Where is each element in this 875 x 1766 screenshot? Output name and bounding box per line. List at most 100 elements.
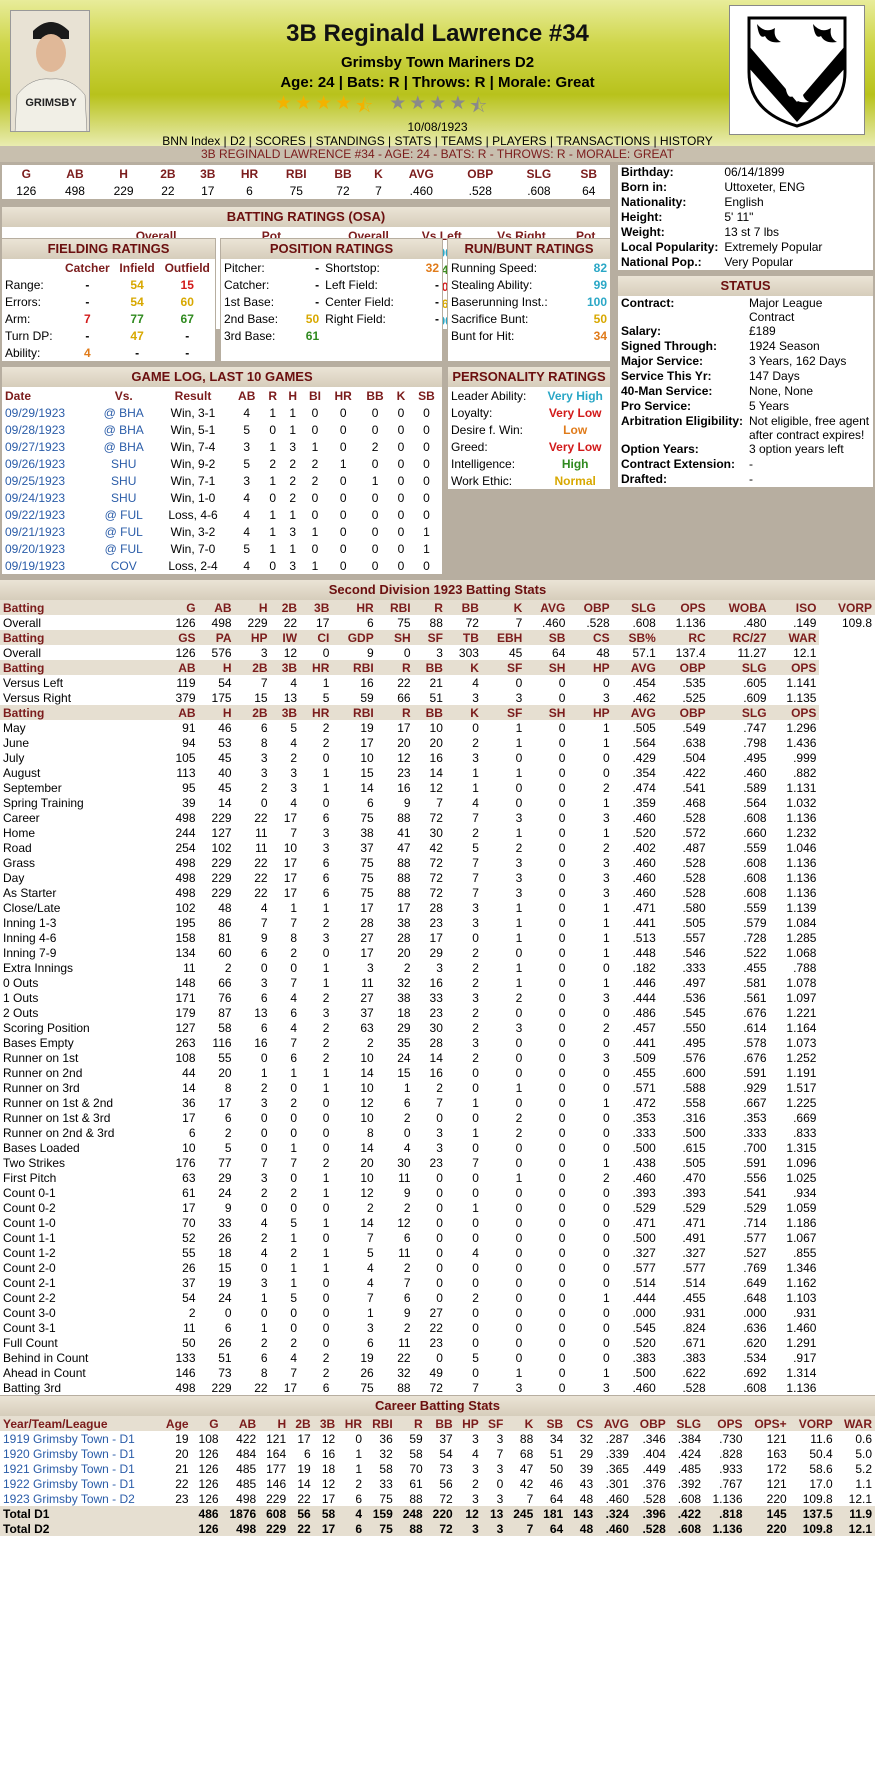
game-date-link[interactable]: 09/20/1923 xyxy=(2,540,92,557)
split-header: OPS xyxy=(769,705,820,720)
career-value[interactable]: 1921 Grimsby Town - D1 xyxy=(0,1461,159,1476)
game-date-link[interactable]: 09/27/1923 xyxy=(2,438,92,455)
position-label: 1st Base: xyxy=(224,294,275,309)
game-log-value: Win, 3-2 xyxy=(170,524,216,539)
opponent-link[interactable]: COV xyxy=(92,557,155,574)
split-value: 75 xyxy=(360,870,374,885)
game-log-value: 0 xyxy=(397,524,405,539)
blank-header xyxy=(2,259,60,276)
career-stats-title: Career Batting Stats xyxy=(0,1396,875,1416)
split-value: 0 xyxy=(322,1335,330,1350)
opponent-link[interactable]: @ FUL xyxy=(92,523,155,540)
bio-label: Born in: xyxy=(621,180,667,194)
game-date-link[interactable]: 09/28/1923 xyxy=(2,421,92,438)
game-log-value: 1 xyxy=(289,405,297,420)
split-value: 36 xyxy=(182,1095,196,1110)
opponent-link[interactable]: @ BHA xyxy=(92,438,155,455)
split-value: 1 xyxy=(515,735,523,750)
split-header: SH xyxy=(525,660,569,675)
opponent-link[interactable]: SHU xyxy=(92,489,155,506)
split-value: Count 1-0 xyxy=(3,1215,56,1230)
split-value: 26 xyxy=(218,1335,232,1350)
split-value: 0 xyxy=(322,795,330,810)
split-value: 0 xyxy=(436,1170,443,1185)
opponent-link[interactable]: @ BHA xyxy=(92,404,155,421)
opponent-link[interactable]: @ FUL xyxy=(92,506,155,523)
season-value: 7 xyxy=(515,615,523,630)
split-header: AVG xyxy=(612,705,659,720)
bio-row: Height: 5' 11" xyxy=(618,210,873,225)
split-row: 0 Outs 148 66 3 7 1 11 32 16 2 1 0 1.446.497.581 1.07… xyxy=(0,975,875,990)
split-value: .588 xyxy=(682,1080,706,1095)
career-value: .730 xyxy=(719,1431,743,1446)
career-value: 58 xyxy=(379,1461,393,1476)
split-value: 1.084 xyxy=(786,915,817,930)
split-value: .536 xyxy=(682,990,706,1005)
split-value: 24 xyxy=(218,1185,232,1200)
game-log-value: 0 xyxy=(339,473,347,488)
split-value: 0 xyxy=(558,1275,566,1290)
career-value: 43 xyxy=(579,1476,594,1491)
split-value: 2 xyxy=(260,1230,268,1245)
career-header: AB xyxy=(221,1416,260,1431)
split-value: 1.068 xyxy=(786,945,817,960)
opponent-link[interactable]: @ FUL xyxy=(92,540,155,557)
fielding-label: Turn DP: xyxy=(5,328,53,343)
split-header: OBP xyxy=(658,660,709,675)
split-value: 14 xyxy=(360,780,374,795)
season-header: RC/27 xyxy=(708,630,770,645)
game-date-link[interactable]: 09/22/1923 xyxy=(2,506,92,523)
season-header: GDP xyxy=(332,630,377,645)
split-row: Grass 498 229 22 17 6 75 88 72 7 3 0 3 .460 .528 .608 1.… xyxy=(0,855,875,870)
split-value: 0 xyxy=(515,1290,523,1305)
career-total-value: .460 xyxy=(605,1521,629,1536)
game-date-link[interactable]: 09/21/1923 xyxy=(2,523,92,540)
opponent-link[interactable]: @ BHA xyxy=(92,421,155,438)
career-total-value: 159 xyxy=(372,1506,393,1521)
split-value: 1 xyxy=(322,1260,330,1275)
split-value: 0 xyxy=(603,1305,610,1320)
career-total-value: 75 xyxy=(379,1521,393,1536)
run-bunt-row: Stealing Ability: 99 xyxy=(448,276,610,293)
split-header: H xyxy=(198,660,235,675)
season-header: ISO xyxy=(769,600,820,615)
game-log-row: 09/20/1923 @ FUL Win, 7-0 5 1 1 0 0 0 0 1 xyxy=(2,540,442,557)
game-date-link[interactable]: 09/29/1923 xyxy=(2,404,92,421)
career-value[interactable]: 1922 Grimsby Town - D1 xyxy=(0,1476,159,1491)
split-value: 7 xyxy=(367,1230,374,1245)
career-total-value: 1.136 xyxy=(712,1521,743,1536)
split-value: 26 xyxy=(360,1365,374,1380)
career-header: K xyxy=(506,1416,537,1431)
career-value[interactable]: 1923 Grimsby Town - D2 xyxy=(0,1491,159,1506)
opponent-link[interactable]: SHU xyxy=(92,472,155,489)
game-log-value: 3 xyxy=(243,473,251,488)
game-log-value: Win, 7-0 xyxy=(170,541,216,556)
split-value: 0 xyxy=(436,1290,443,1305)
game-log-value: 0 xyxy=(269,558,276,573)
split-header: SF xyxy=(481,660,526,675)
run-bunt-row: Baserunning Inst.: 100 xyxy=(448,293,610,310)
career-total-value: 245 xyxy=(513,1506,534,1521)
fielding-value: 54 xyxy=(130,294,144,309)
split-value: 1 xyxy=(290,1230,298,1245)
split-value: 24 xyxy=(397,1050,411,1065)
split-value: 5 xyxy=(290,720,298,735)
split-value: 16 xyxy=(397,780,411,795)
game-date-link[interactable]: 09/24/1923 xyxy=(2,489,92,506)
game-date-link[interactable]: 09/26/1923 xyxy=(2,455,92,472)
game-date-link[interactable]: 09/19/1923 xyxy=(2,557,92,574)
split-row: 1 Outs 171 76 6 4 2 27 38 33 3 2 0 3.444.536.561 1.09… xyxy=(0,990,875,1005)
split-value: 3 xyxy=(472,915,479,930)
split-header: K xyxy=(445,705,482,720)
game-date-link[interactable]: 09/25/1923 xyxy=(2,472,92,489)
split-value: .182 xyxy=(632,960,656,975)
split-header: AB xyxy=(162,705,199,720)
split-value: 6 xyxy=(367,795,374,810)
career-value[interactable]: 1919 Grimsby Town - D1 xyxy=(0,1431,159,1446)
summary-value: 6 xyxy=(246,183,253,198)
split-value: .747 xyxy=(743,720,767,735)
career-value[interactable]: 1920 Grimsby Town - D1 xyxy=(0,1446,159,1461)
top-nav[interactable]: BNN Index | D2 | SCORES | STANDINGS | ST… xyxy=(0,134,875,148)
split-row: Count 3-1 11 6 1 0 0 3 2 22 0 0 0 0.545.824.636 1.460 xyxy=(0,1320,875,1335)
opponent-link[interactable]: SHU xyxy=(92,455,155,472)
